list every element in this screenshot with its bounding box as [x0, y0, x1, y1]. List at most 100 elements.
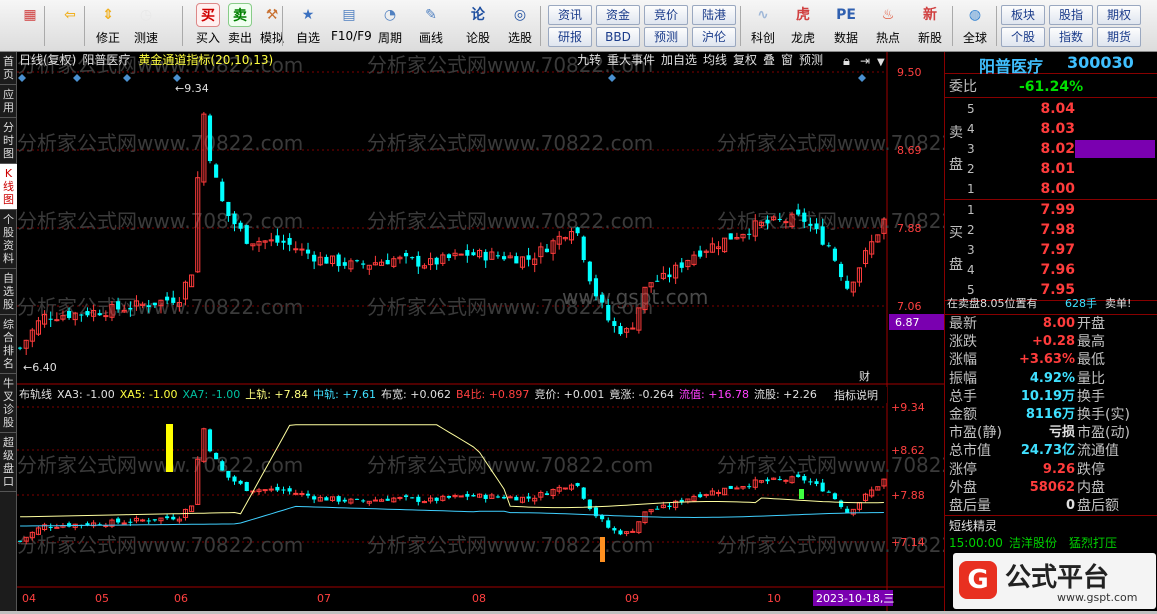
quote-row: 最新 8.00 开盘 [945, 315, 1157, 333]
main-toolbar: ▦ ⇦ ⇕ 修正 ◷ 测速 买买入卖卖出 ⚒ 模拟 ★ 自选 ▤ F10/F9 ◔ 周期 ✎ 画线 论论股 ◎ 选股 ∿… [0, 0, 1157, 52]
candle [495, 251, 501, 259]
toolbar-button-9[interactable]: ◔ 周期 [372, 3, 408, 49]
sell-row[interactable]: 3 8.02 [945, 139, 1157, 159]
indicator-help[interactable]: 指标说明 [834, 388, 878, 402]
nav-tab-8[interactable]: 超级盘口 [0, 433, 17, 492]
quick-button-板块[interactable]: 板块 [1001, 5, 1045, 25]
quick-button-预测[interactable]: 预测 [644, 27, 688, 47]
weibi-label: 委比 [949, 79, 977, 95]
chart-tool-1[interactable]: 重大事件 [607, 53, 655, 67]
toolbar-button-18[interactable]: ◍ 全球 [957, 3, 993, 49]
nav-tab-5[interactable]: 自选股 [0, 269, 17, 315]
nav-tab-0[interactable]: 首页 [0, 52, 17, 85]
sub-candle [789, 475, 795, 484]
sub-candle [268, 485, 274, 493]
candle [312, 251, 317, 270]
watermark: 分析家公式网www.70822.com [17, 131, 303, 155]
toolbar-button-4[interactable]: 买买入 [190, 3, 226, 49]
kline-chart[interactable]: 分析家公式网www.70822.com 分析家公式网www.70822.com 分析… [17, 52, 944, 611]
quick-button-资金[interactable]: 资金 [596, 5, 640, 25]
nav-tab-1[interactable]: 应用 [0, 85, 17, 118]
toolbar-button-7[interactable]: ★ 自选 [290, 3, 326, 49]
toolbar-button-8[interactable]: ▤ F10/F9 [331, 3, 372, 49]
toolbar-button-3[interactable]: ◷ 测速 [128, 3, 164, 49]
sell-row[interactable]: 1 8.00 [945, 179, 1157, 199]
shortline-tab[interactable]: 短线精灵 [949, 517, 997, 534]
logo-g-icon: G [959, 561, 997, 599]
pick-icon: ◎ [513, 7, 527, 23]
chart-tool-0[interactable]: 九转 [577, 52, 601, 67]
event-marker[interactable] [858, 74, 866, 82]
candle [826, 242, 831, 248]
quick-button-竞价[interactable]: 竞价 [644, 5, 688, 25]
nav-tab-6[interactable]: 综合排名 [0, 315, 17, 374]
sub-value-1: XA5: -1.00 [120, 388, 178, 401]
toolbar-button-11[interactable]: 论论股 [460, 3, 496, 49]
buy-icon: 买 [196, 3, 220, 27]
quick-button-股指[interactable]: 股指 [1049, 5, 1093, 25]
quick-button-指数[interactable]: 指数 [1049, 27, 1093, 47]
nav-tab-4[interactable]: 个股资料 [0, 210, 17, 269]
sub-candle [667, 502, 672, 510]
toolbar-button-17[interactable]: 新新股 [912, 3, 948, 49]
quote-row: 盘后量 0 盘后额 [945, 497, 1157, 515]
quick-button-期权[interactable]: 期权 [1097, 5, 1141, 25]
chart-tool-5[interactable]: 叠 [763, 53, 775, 67]
chart-tool-4[interactable]: 复权 [733, 53, 757, 67]
watermark: 分析家公式网www.70822.com [367, 453, 653, 477]
nav-tab-3[interactable]: K线图 [0, 164, 17, 210]
xaxis-label: 05 [95, 592, 109, 605]
toolbar-button-6[interactable]: ⚒ 模拟 [254, 3, 290, 49]
buy-row[interactable]: 3 7.97 [945, 240, 1157, 260]
sub-candle [146, 517, 151, 525]
toolbar-button-15[interactable]: PE 数据 [828, 3, 864, 49]
shortline-time: 15:00:00 [949, 536, 1003, 550]
sell-row[interactable]: 5 8.04 [945, 99, 1157, 119]
toolbar-button-10[interactable]: ✎ 画线 [413, 3, 449, 49]
chart-tool-2[interactable]: 加自选 [661, 53, 697, 67]
candle [220, 178, 225, 202]
quick-button-陆港[interactable]: 陆港 [692, 5, 736, 25]
divider [945, 515, 1157, 516]
toolbar-button-2[interactable]: ⇕ 修正 [90, 3, 126, 49]
quick-button-期货[interactable]: 期货 [1097, 27, 1141, 47]
candle [250, 243, 256, 251]
toolbar-button-16[interactable]: ♨ 热点 [870, 3, 906, 49]
quick-button-BBD[interactable]: BBD [596, 27, 640, 47]
chart-tool-6[interactable]: 窗 [781, 53, 793, 67]
sell-row[interactable]: 4 8.03 [945, 119, 1157, 139]
nav-tab-2[interactable]: 分时图 [0, 118, 17, 164]
gspt-logo: G 公式平台 www.gspt.com [953, 553, 1156, 609]
quote-label: 盘后量 [949, 498, 991, 514]
toolbar-button-12[interactable]: ◎ 选股 [502, 3, 538, 49]
toolbar-button-5[interactable]: 卖卖出 [222, 3, 258, 49]
sell-row[interactable]: 2 8.01 [945, 159, 1157, 179]
lock-icon[interactable]: 🔒︎ [843, 54, 850, 69]
expand-icon[interactable]: ⇥ [860, 54, 870, 68]
sub-candle [740, 485, 746, 490]
chart-area[interactable]: 分析家公式网www.70822.com 分析家公式网www.70822.com 分析… [17, 52, 944, 611]
chart-tool-3[interactable]: 均线 [703, 53, 727, 67]
dropdown-icon[interactable]: ▼ [877, 57, 885, 68]
toolbar-label: 科创 [750, 31, 775, 45]
sub-candle [336, 495, 341, 505]
chart-tool-7[interactable]: 预测 [799, 53, 823, 67]
quick-button-研报[interactable]: 研报 [548, 27, 592, 47]
nav-tab-7[interactable]: 牛叉诊股 [0, 374, 17, 433]
buy-row[interactable]: 2 7.98 [945, 220, 1157, 240]
toolbar-button-1[interactable]: ⇦ [52, 3, 88, 49]
toolbar-button-14[interactable]: 虎龙虎 [785, 3, 821, 49]
toolbar-button-0[interactable]: ▦ [12, 3, 48, 49]
quick-button-个股[interactable]: 个股 [1001, 27, 1045, 47]
quote-value: 8.00 [1042, 316, 1075, 331]
buy-row[interactable]: 1 7.99 [945, 200, 1157, 220]
toolbar-button-13[interactable]: ∿ 科创 [745, 3, 781, 49]
financial-badge[interactable]: 财 [859, 369, 870, 383]
sub-candle [262, 489, 268, 494]
buy-row[interactable]: 4 7.96 [945, 260, 1157, 280]
quick-button-资讯[interactable]: 资讯 [548, 5, 592, 25]
sub-candle [881, 478, 887, 489]
shortline-row[interactable]: 15:00:00 洁洋股份 猛烈打压 [945, 533, 1157, 553]
quick-button-沪伦[interactable]: 沪伦 [692, 27, 736, 47]
sub-candle [232, 475, 237, 485]
